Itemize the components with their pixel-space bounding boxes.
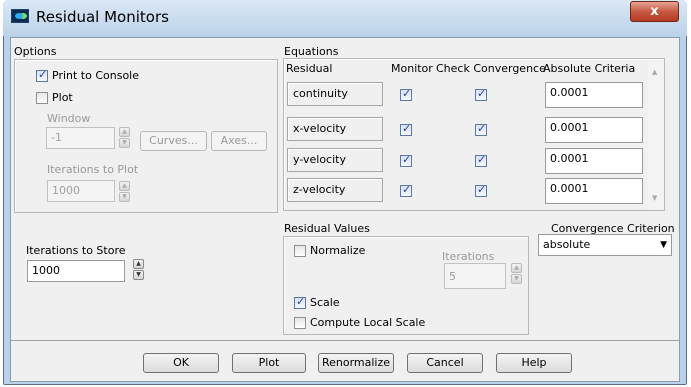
window-label: Window [47, 112, 91, 125]
check-convergence-checkbox[interactable] [475, 153, 487, 167]
col-check-convergence: Check Convergence [436, 62, 546, 75]
print-to-console-label[interactable]: Print to Console [52, 69, 139, 82]
equations-scrollbar[interactable]: ▲ ▼ [648, 62, 664, 210]
renormalize-button[interactable]: Renormalize [318, 353, 394, 373]
spin-up-icon[interactable]: ▲ [119, 127, 130, 137]
spin-down-icon[interactable]: ▼ [119, 192, 130, 202]
equation-row-x-velocity: x-velocity 0.0001 [285, 113, 643, 143]
iterations-label: Iterations [442, 250, 495, 263]
chevron-down-icon[interactable]: ▼ [660, 240, 667, 250]
iterations-to-store-spinner[interactable]: ▲ ▼ [133, 259, 144, 281]
window-title: Residual Monitors [36, 8, 169, 26]
compute-local-scale-checkbox[interactable] [294, 317, 306, 329]
print-to-console-checkbox[interactable] [36, 68, 48, 82]
residual-name: y-velocity [287, 148, 383, 172]
col-monitor: Monitor [391, 62, 433, 75]
check-convergence-checkbox[interactable] [475, 87, 487, 101]
monitor-checkbox[interactable] [400, 87, 412, 101]
plot-label[interactable]: Plot [52, 91, 73, 104]
equation-row-z-velocity: z-velocity 0.0001 [285, 174, 643, 204]
check-convergence-checkbox[interactable] [475, 183, 487, 197]
plot-checkbox[interactable] [36, 92, 48, 104]
fluent-app-icon [11, 9, 29, 23]
iterations-input[interactable]: 5 [444, 263, 506, 289]
spin-down-icon[interactable]: ▼ [119, 138, 130, 148]
absolute-criteria-input[interactable]: 0.0001 [545, 82, 643, 108]
spin-down-icon[interactable]: ▼ [133, 270, 144, 280]
equation-row-continuity: continuity 0.0001 [285, 78, 643, 108]
col-absolute-criteria: Absolute Criteria [543, 62, 636, 75]
check-convergence-checkbox[interactable] [475, 122, 487, 136]
window-spinner[interactable]: ▲ ▼ [119, 127, 130, 149]
scroll-down-icon[interactable]: ▼ [652, 194, 657, 202]
plot-button[interactable]: Plot [232, 353, 306, 373]
spin-up-icon[interactable]: ▲ [119, 181, 130, 191]
residual-values-heading: Residual Values [284, 222, 370, 235]
iterations-to-plot-label: Iterations to Plot [47, 163, 139, 176]
col-residual: Residual [286, 62, 333, 75]
iterations-spinner[interactable]: ▲ ▼ [511, 263, 522, 285]
scale-label[interactable]: Scale [310, 296, 340, 309]
residual-name: continuity [287, 82, 383, 106]
convergence-criterion-value: absolute [543, 238, 591, 251]
normalize-label[interactable]: Normalize [310, 244, 365, 257]
axes-button[interactable]: Axes... [211, 131, 267, 151]
cancel-button[interactable]: Cancel [407, 353, 483, 373]
absolute-criteria-input[interactable]: 0.0001 [545, 148, 643, 174]
spin-up-icon[interactable]: ▲ [133, 259, 144, 269]
convergence-criterion-select[interactable]: absolute ▼ [538, 234, 672, 256]
spin-down-icon[interactable]: ▼ [511, 274, 522, 284]
scroll-up-icon[interactable]: ▲ [652, 68, 657, 76]
window-input[interactable]: -1 [46, 127, 115, 149]
equation-row-y-velocity: y-velocity 0.0001 [285, 144, 643, 174]
spin-up-icon[interactable]: ▲ [511, 263, 522, 273]
compute-local-scale-label[interactable]: Compute Local Scale [310, 316, 425, 329]
monitor-checkbox[interactable] [400, 122, 412, 136]
monitor-checkbox[interactable] [400, 153, 412, 167]
monitor-checkbox[interactable] [400, 183, 412, 197]
iterations-to-plot-spinner[interactable]: ▲ ▼ [119, 181, 130, 203]
close-button[interactable]: x [630, 1, 679, 22]
curves-button[interactable]: Curves... [140, 131, 207, 151]
close-icon: x [650, 4, 659, 19]
normalize-checkbox[interactable] [294, 245, 306, 257]
help-button[interactable]: Help [496, 353, 572, 373]
iterations-to-store-input[interactable]: 1000 [27, 260, 125, 282]
button-bar-divider [11, 340, 679, 341]
ok-button[interactable]: OK [143, 353, 219, 373]
residual-name: z-velocity [287, 178, 383, 202]
absolute-criteria-input[interactable]: 0.0001 [545, 178, 643, 204]
iterations-to-plot-input[interactable]: 1000 [47, 180, 115, 202]
absolute-criteria-input[interactable]: 0.0001 [545, 117, 643, 143]
options-heading: Options [14, 45, 57, 58]
scale-checkbox[interactable] [294, 295, 306, 309]
iterations-to-store-label: Iterations to Store [26, 244, 126, 257]
equations-heading: Equations [284, 45, 339, 58]
residual-name: x-velocity [287, 117, 383, 141]
